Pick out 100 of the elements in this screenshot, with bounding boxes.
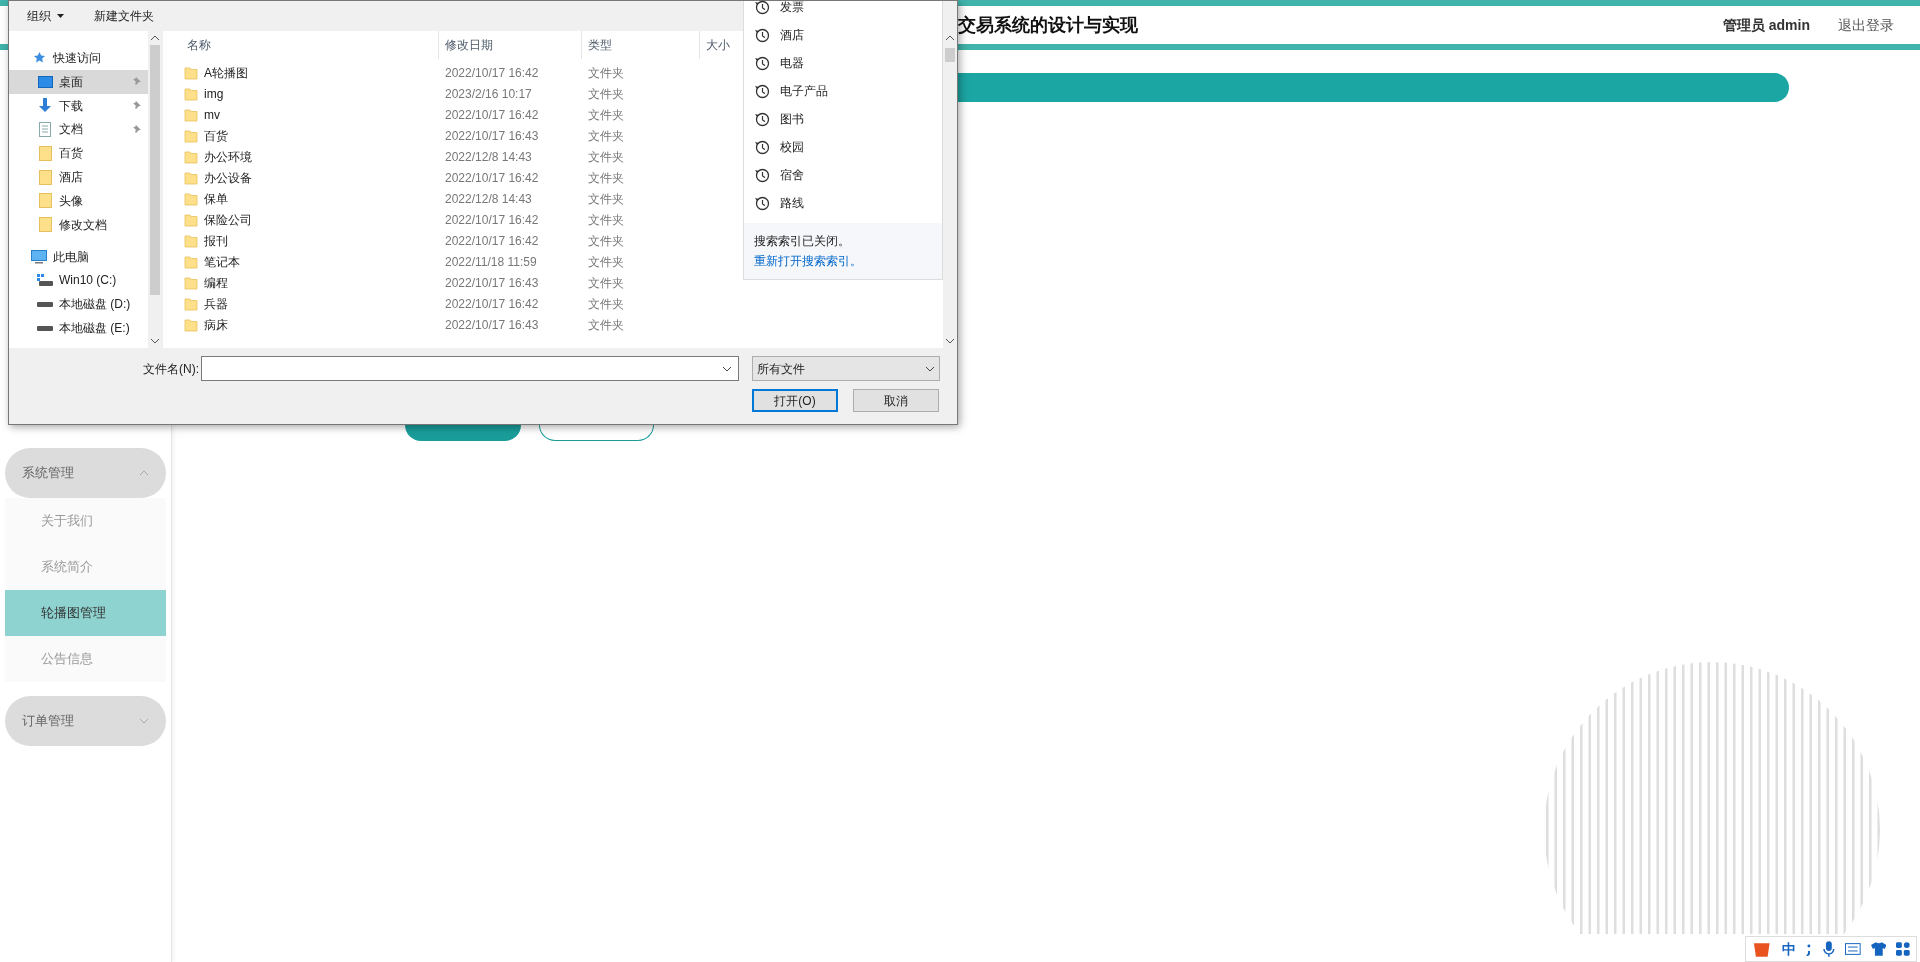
file-name[interactable]: 编程	[204, 273, 228, 292]
search-history-item[interactable]: 图书	[744, 105, 942, 133]
file-name[interactable]: 病床	[204, 315, 228, 334]
download-arrow-icon	[38, 98, 52, 114]
ime-mode-label[interactable]: 中	[1781, 938, 1796, 960]
drive-icon	[37, 300, 53, 309]
file-type: 文件夹	[587, 316, 625, 334]
column-header[interactable]: 大小	[699, 31, 739, 59]
file-type: 文件夹	[587, 295, 625, 313]
folder-icon	[184, 86, 198, 101]
folder-icon	[184, 170, 198, 185]
file-name[interactable]: 办公环境	[204, 147, 252, 166]
modified-date: 2022/10/17 16:42	[444, 106, 540, 124]
file-name[interactable]: 兵器	[204, 294, 228, 313]
nav-label: 头像	[59, 193, 84, 210]
chevron-icon	[139, 718, 149, 724]
scroll-up-icon	[150, 35, 160, 41]
modified-date: 2022/10/17 16:42	[444, 64, 540, 82]
grid-icon[interactable]	[1896, 942, 1910, 956]
folder-icon	[184, 128, 198, 143]
column-header[interactable]: 类型	[581, 31, 699, 59]
reopen-index-link[interactable]: 重新打开搜索索引。	[754, 252, 932, 270]
new-folder-button[interactable]: 新建文件夹	[94, 7, 154, 25]
microphone-icon[interactable]	[1823, 941, 1836, 957]
drive-icon	[37, 324, 53, 333]
nav-item[interactable]: 快速访问	[9, 46, 148, 70]
file-name[interactable]: mv	[204, 105, 220, 124]
folder-icon	[184, 296, 198, 311]
dialog-button[interactable]: 取消	[853, 389, 939, 412]
star-icon	[32, 51, 46, 65]
file-type: 文件夹	[587, 232, 625, 250]
file-type: 文件夹	[587, 190, 625, 208]
drive-icon	[37, 274, 53, 287]
nav-label: 桌面	[59, 73, 84, 91]
folder-icon	[184, 191, 198, 206]
nav-item[interactable]: 桌面	[9, 69, 148, 94]
submenu-item[interactable]: 轮播图管理	[5, 590, 166, 636]
monitor-icon	[31, 249, 47, 264]
shirt-icon[interactable]	[1870, 942, 1887, 956]
pin-icon	[132, 77, 141, 87]
pin-icon	[132, 124, 141, 134]
folder-icon	[184, 233, 198, 248]
file-type: 文件夹	[587, 169, 625, 187]
organize-menu[interactable]: 组织	[27, 7, 64, 25]
menu-group[interactable]: 系统管理	[5, 448, 166, 498]
search-history-item[interactable]: 电子产品	[744, 77, 942, 105]
file-type: 文件夹	[587, 127, 625, 145]
file-type-select[interactable]: 所有文件	[752, 356, 940, 381]
keyboard-icon[interactable]	[1845, 943, 1861, 955]
search-history-item[interactable]: 发票	[744, 0, 942, 21]
search-history-item[interactable]: 路线	[744, 189, 942, 217]
dialog-button[interactable]: 打开(O)	[752, 389, 838, 412]
modified-date: 2022/12/8 14:43	[444, 148, 533, 166]
nav-item[interactable]: 头像	[9, 189, 148, 213]
logout-link[interactable]: 退出登录	[1838, 14, 1894, 36]
submit-button[interactable]	[405, 425, 521, 441]
nav-item[interactable]: Win10 (C:)	[9, 268, 148, 293]
search-history-item[interactable]: 酒店	[744, 21, 942, 49]
modified-date: 2022/10/17 16:43	[444, 274, 540, 292]
file-name[interactable]: 报刊	[204, 231, 228, 250]
nav-item[interactable]: 酒店	[9, 165, 148, 190]
search-history-item[interactable]: 宿舍	[744, 161, 942, 189]
file-name[interactable]: 百货	[204, 126, 228, 145]
modified-date: 2022/10/17 16:42	[444, 169, 540, 187]
filename-field[interactable]	[201, 356, 739, 381]
file-type: 文件夹	[587, 85, 625, 103]
dropdown-chevron-icon	[722, 365, 732, 372]
scrollbar-thumb[interactable]	[150, 44, 160, 295]
modified-date: 2022/11/18 11:59	[444, 253, 538, 271]
nav-item[interactable]: 此电脑	[9, 244, 148, 269]
file-type: 文件夹	[587, 106, 625, 124]
modified-date: 2022/12/8 14:43	[444, 190, 533, 208]
column-header[interactable]: 名称	[181, 31, 438, 59]
file-name[interactable]: img	[204, 84, 224, 103]
folder-icon	[184, 317, 198, 332]
nav-label: 此电脑	[53, 248, 90, 266]
history-icon	[754, 111, 770, 127]
file-name[interactable]: 笔记本	[204, 252, 240, 271]
menu-group[interactable]: 订单管理	[5, 696, 166, 746]
nav-item[interactable]: 下载	[9, 93, 148, 118]
history-icon	[754, 167, 770, 183]
nav-label: 酒店	[59, 169, 84, 187]
scrollbar-thumb[interactable]	[945, 47, 955, 62]
nav-item[interactable]: 文档	[9, 117, 148, 142]
file-name[interactable]: 办公设备	[204, 168, 252, 187]
nav-item[interactable]: 百货	[9, 141, 148, 166]
file-type: 文件夹	[587, 211, 625, 229]
nav-item[interactable]: 修改文档	[9, 212, 148, 237]
file-type: 文件夹	[587, 64, 625, 82]
file-name[interactable]: A轮播图	[204, 63, 248, 82]
search-history-item[interactable]: 校园	[744, 133, 942, 161]
search-history-item[interactable]: 电器	[744, 49, 942, 77]
modified-date: 2022/10/17 16:43	[444, 127, 540, 145]
file-name[interactable]: 保单	[204, 189, 228, 208]
column-header[interactable]: 修改日期	[438, 31, 581, 59]
nav-item[interactable]: 本地磁盘 (D:)	[9, 292, 148, 317]
file-name[interactable]: 保险公司	[204, 210, 252, 229]
scroll-down-icon	[150, 338, 160, 344]
document-icon	[39, 121, 51, 137]
nav-item[interactable]: 本地磁盘 (E:)	[9, 316, 148, 341]
